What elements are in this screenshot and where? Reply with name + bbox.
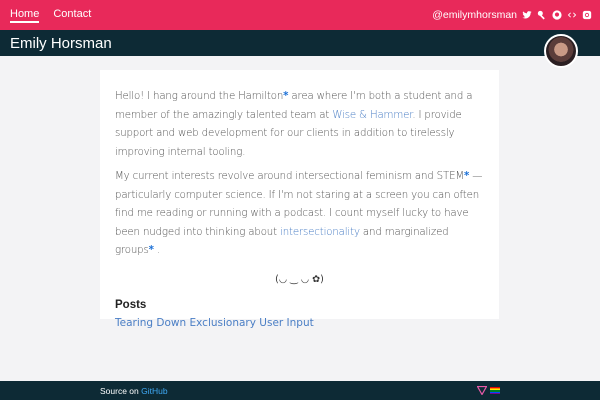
site-header: Emily Horsman <box>0 30 600 56</box>
twitter-icon[interactable] <box>522 10 532 20</box>
post-link[interactable]: Tearing Down Exclusionary User Input <box>115 317 484 329</box>
github-source-link[interactable]: GitHub <box>141 386 167 396</box>
github-icon[interactable] <box>552 10 562 20</box>
instagram-icon[interactable] <box>582 10 592 20</box>
site-title[interactable]: Emily Horsman <box>10 35 112 52</box>
posts-heading: Posts <box>115 298 147 311</box>
intersectionality-link[interactable]: intersectionality <box>280 227 360 238</box>
source-text: Source on GitHub <box>100 385 168 396</box>
nav-contact-link[interactable]: Contact <box>53 8 91 23</box>
avatar <box>544 34 578 68</box>
trans-flag-icon <box>477 386 487 395</box>
flags <box>477 386 500 395</box>
main-nav: Home Contact <box>10 8 91 23</box>
code-icon[interactable] <box>567 10 577 20</box>
key-icon[interactable] <box>537 10 547 20</box>
wise-hammer-link[interactable]: Wise & Hammer <box>332 110 412 121</box>
top-nav-bar: Home Contact @emilymhorsman <box>0 0 600 30</box>
about-card: Hello! I hang around the Hamilton* area … <box>100 70 499 329</box>
pride-flag-icon <box>490 386 500 395</box>
kaomoji: (◡ ‿ ◡ ✿) <box>275 273 324 285</box>
social-links: @emilymhorsman <box>432 9 592 21</box>
site-footer: Source on GitHub <box>0 381 600 400</box>
twitter-handle-link[interactable]: @emilymhorsman <box>432 9 517 21</box>
intro-paragraph: Hello! I hang around the Hamilton* area … <box>115 91 473 158</box>
nav-home-link[interactable]: Home <box>10 8 40 23</box>
interests-paragraph: My current interests revolve around inte… <box>115 171 483 256</box>
